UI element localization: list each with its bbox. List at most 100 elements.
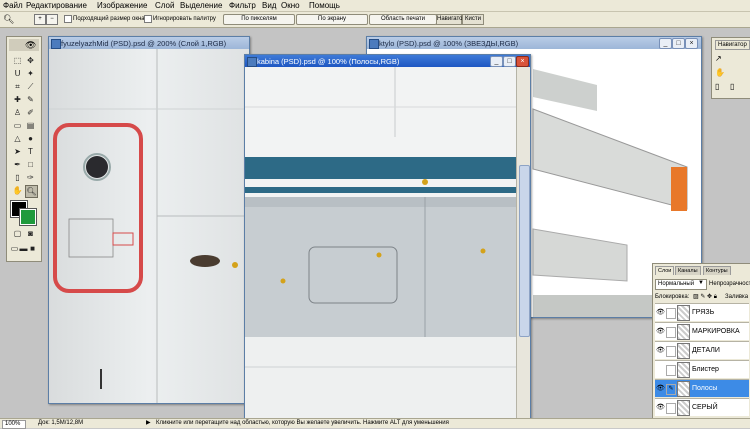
tab-paths[interactable]: Контуры [703, 266, 731, 275]
title-bar[interactable]: fyuzelyazhMid (PSD).psd @ 200% (Слой 1,R… [49, 37, 249, 49]
tab-brushes-mini[interactable]: Кисти [462, 14, 484, 25]
blur-tool-icon[interactable]: △ [12, 133, 23, 144]
print-size-button[interactable]: Область печати [369, 14, 437, 25]
background-color-swatch[interactable] [19, 208, 37, 226]
window-title: kabina (PSD).psd @ 100% (Полосы,RGB) [257, 57, 400, 66]
screen-mode-1-icon[interactable]: ▭ [10, 243, 19, 254]
brush-link-icon[interactable] [666, 365, 676, 376]
maximize-button[interactable]: □ [503, 56, 516, 67]
title-bar[interactable]: kabina (PSD).psd @ 100% (Полосы,RGB) _ □… [245, 55, 530, 67]
nav-arrow-icon: ↗ [715, 54, 722, 63]
brush-link-icon[interactable] [666, 308, 676, 319]
stamp-tool-icon[interactable]: ♙ [12, 107, 23, 118]
layer-row[interactable]: 👁︎ МАРКИРОВКА [655, 322, 749, 340]
menu-edit[interactable]: Редактирование [26, 1, 87, 10]
eraser-tool-icon[interactable]: ▭ [12, 120, 23, 131]
close-button[interactable]: × [685, 38, 698, 49]
canvas-fuzelyazh[interactable] [49, 49, 249, 403]
eye-visibility-icon[interactable] [656, 365, 665, 374]
menu-file[interactable]: Файл [3, 1, 23, 10]
brush-tool-icon[interactable]: ✎ [25, 94, 36, 105]
menu-select[interactable]: Выделение [180, 1, 222, 10]
brush-link-icon[interactable] [666, 346, 676, 357]
arrow-right-icon[interactable]: ▶ [146, 420, 151, 427]
navigator-tab[interactable]: Навигатор [715, 40, 750, 50]
document-icon [369, 39, 379, 49]
marquee-tool-icon[interactable]: ⬚ [12, 55, 23, 66]
screen-mode-2-icon[interactable]: ▬ [19, 243, 28, 254]
maximize-button[interactable]: □ [672, 38, 685, 49]
fit-screen-button[interactable]: По экрану [296, 14, 368, 25]
zoom-tool-icon[interactable]: 🔍︎ [3, 14, 14, 24]
layer-row[interactable]: 👁︎ ДЕТАЛИ [655, 341, 749, 359]
eye-visibility-icon[interactable]: 👁︎ [656, 403, 665, 412]
brush-link-icon[interactable] [666, 403, 676, 414]
path-select-icon[interactable]: ➤ [12, 146, 23, 157]
zoom-in-icon[interactable]: + [34, 14, 46, 25]
layer-row[interactable]: 👁︎ СЕРЫЙ [655, 398, 749, 416]
crop-tool-icon[interactable]: ⌗ [12, 81, 23, 92]
eye-visibility-icon[interactable]: 👁︎ [656, 327, 665, 336]
magic-wand-icon[interactable]: ✦ [25, 68, 36, 79]
eyedropper-icon[interactable]: ✑ [25, 172, 36, 183]
menu-window[interactable]: Окно [281, 1, 300, 10]
window-title: fyuzelyazhMid (PSD).psd @ 200% (Слой 1,R… [61, 39, 227, 48]
actual-pixels-button[interactable]: По пикселям [223, 14, 295, 25]
window-title: ktylo (PSD).psd @ 100% (ЗВЕЗДЫ,RGB) [379, 39, 519, 48]
menu-filter[interactable]: Фильтр [229, 1, 256, 10]
layer-name: Блистер [692, 366, 719, 373]
document-window-kabina[interactable]: kabina (PSD).psd @ 100% (Полосы,RGB) _ □… [244, 54, 531, 422]
gradient-tool-icon[interactable]: ▤ [25, 120, 36, 131]
title-bar[interactable]: ktylo (PSD).psd @ 100% (ЗВЕЗДЫ,RGB) _ □ … [367, 37, 701, 49]
healing-brush-icon[interactable]: ✚ [12, 94, 23, 105]
tab-navigator-mini[interactable]: Навигатор [436, 14, 466, 25]
document-window-fuzelyazh[interactable]: fyuzelyazhMid (PSD).psd @ 200% (Слой 1,R… [48, 36, 250, 404]
close-button[interactable]: × [516, 56, 529, 67]
dodge-tool-icon[interactable]: ● [25, 133, 36, 144]
history-brush-icon[interactable]: ✐ [25, 107, 36, 118]
scrollbar-thumb[interactable] [519, 165, 530, 337]
notes-tool-icon[interactable]: ▯ [12, 172, 23, 183]
fit-window-checkbox[interactable] [64, 15, 72, 23]
screen-mode-3-icon[interactable]: ■ [28, 243, 37, 254]
eye-visibility-icon[interactable]: 👁︎ [656, 308, 665, 317]
shape-tool-icon[interactable]: □ [25, 159, 36, 170]
tab-layers[interactable]: Слои [655, 266, 675, 275]
move-tool-icon[interactable]: ✥ [25, 55, 36, 66]
menu-layer[interactable]: Слой [155, 1, 174, 10]
zoom-tool-selected-icon[interactable]: 🔍︎ [25, 185, 38, 198]
slice-tool-icon[interactable]: ⟋ [25, 81, 36, 92]
minimize-button[interactable]: _ [490, 56, 503, 67]
brush-link-icon[interactable] [666, 327, 676, 338]
eye-visibility-icon[interactable]: 👁︎ [656, 384, 665, 393]
nav-zoom-icon: ▯ [730, 82, 735, 91]
lasso-tool-icon[interactable]: ᑌ [12, 68, 23, 79]
tab-channels[interactable]: Каналы [675, 266, 701, 275]
vertical-scrollbar[interactable] [516, 67, 530, 421]
canvas-kabina[interactable] [245, 67, 530, 421]
eye-visibility-icon[interactable]: 👁︎ [656, 346, 665, 355]
layer-row[interactable]: 👁︎ ✎ Полосы [655, 379, 749, 397]
hand-tool-icon[interactable]: ✋ [12, 185, 23, 196]
type-tool-icon[interactable]: T [25, 146, 36, 157]
zoom-level[interactable]: 100% [2, 420, 26, 429]
layer-row[interactable]: 👁︎ ГРЯЗЬ [655, 303, 749, 321]
chevron-down-icon[interactable]: ▼ [698, 279, 704, 288]
layer-name: ГРЯЗЬ [692, 309, 715, 316]
lock-label: Блокировка: [655, 294, 690, 300]
brush-link-icon[interactable]: ✎ [666, 384, 676, 395]
pen-tool-icon[interactable]: ✒ [12, 159, 23, 170]
menu-bar: Файл Редактирование Изображение Слой Выд… [0, 0, 750, 12]
quickmask-mode-icon[interactable]: ◙ [25, 228, 36, 239]
menu-view[interactable]: Вид [262, 1, 276, 10]
zoom-out-icon[interactable]: − [46, 14, 58, 25]
layer-thumbnail [677, 362, 690, 378]
menu-image[interactable]: Изображение [97, 1, 147, 10]
minimize-button[interactable]: _ [659, 38, 672, 49]
toolbox: 👁︎ ⬚ ✥ ᑌ ✦ ⌗ ⟋ ✚ ✎ ♙ ✐ ▭ ▤ △ ● ➤ T ✒ □ ▯… [6, 36, 42, 262]
layer-row[interactable]: Блистер [655, 360, 749, 378]
lock-icons[interactable]: ▨ ✎ ✥ 🔒︎ [693, 293, 717, 301]
standard-mode-icon[interactable]: ▢ [12, 228, 23, 239]
ignore-palettes-checkbox[interactable] [144, 15, 152, 23]
menu-help[interactable]: Помощь [309, 1, 340, 10]
